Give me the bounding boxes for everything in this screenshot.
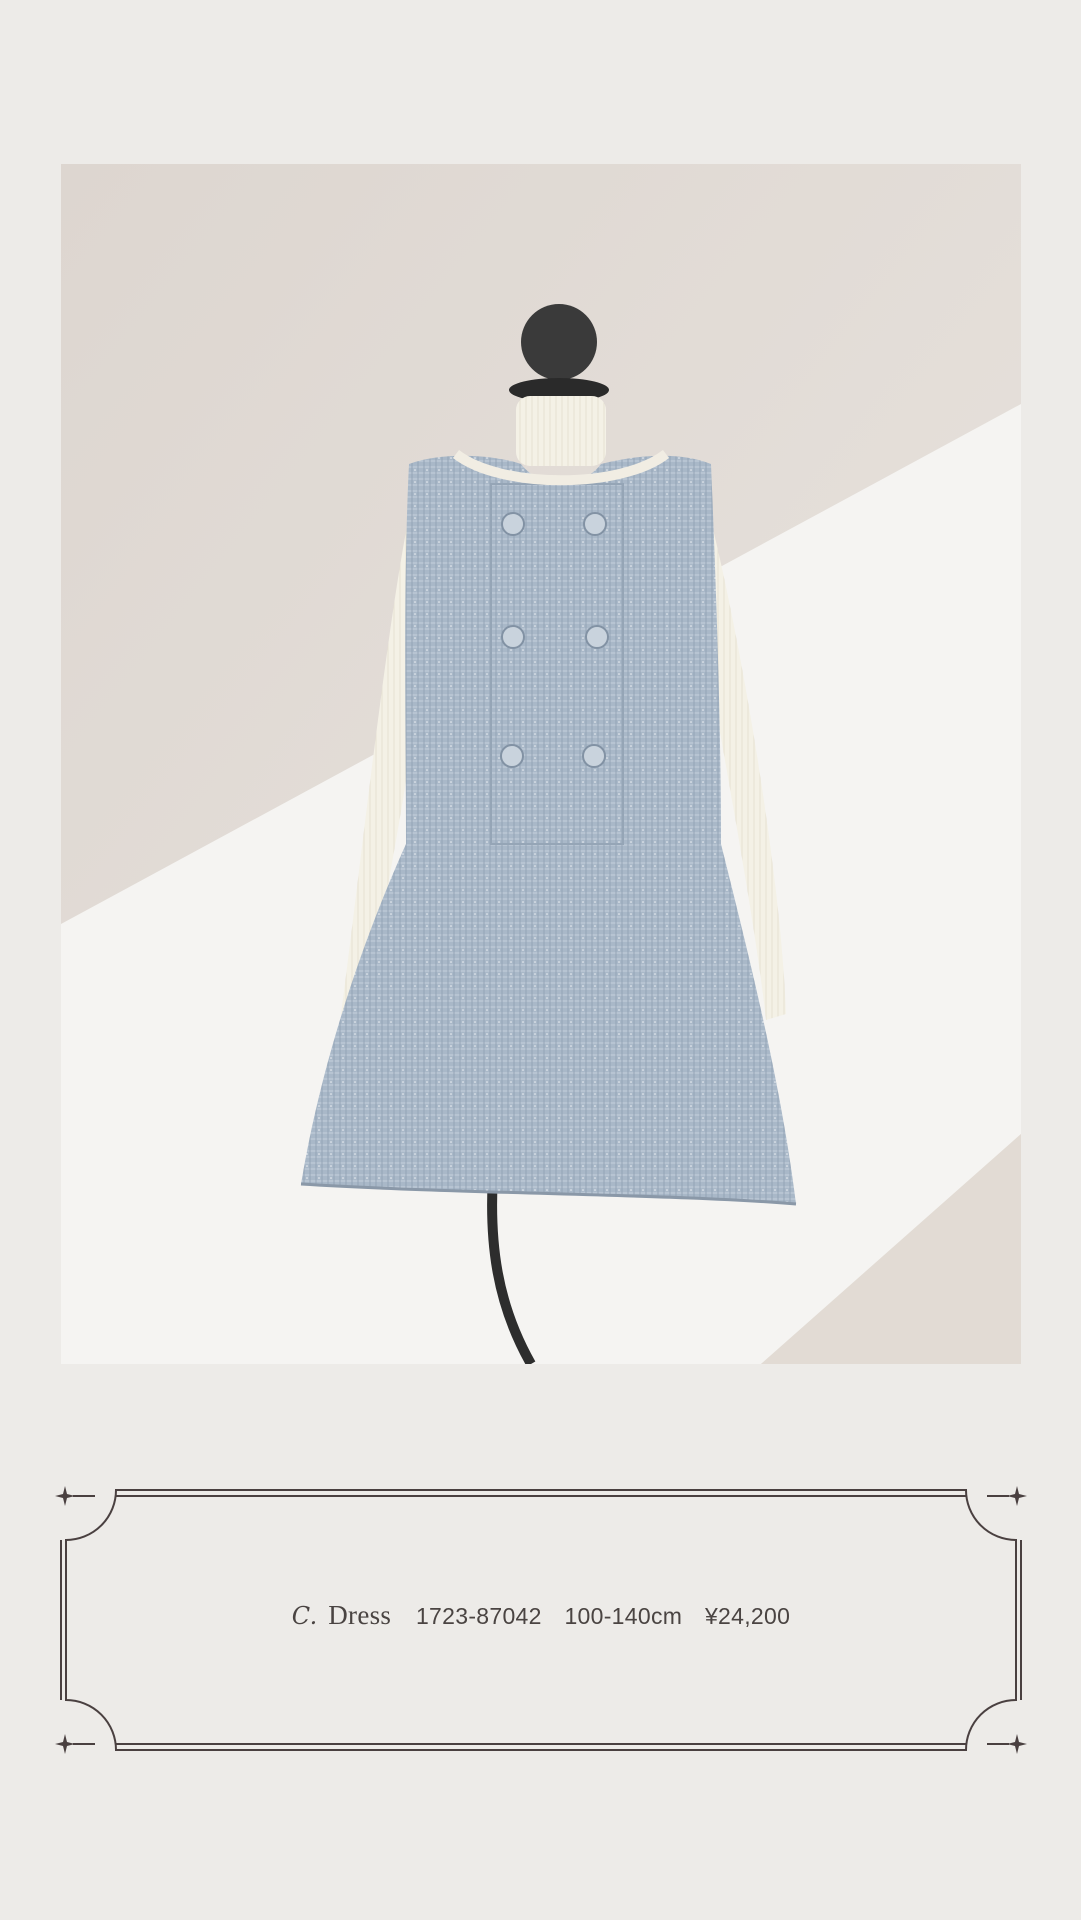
caption-frame: C. Dress 1723-87042 100-140cm ¥24,200 [55,1480,1027,1760]
product-photo [61,164,1021,1364]
product-code: 1723-87042 [415,1603,542,1629]
product-name: Dress [328,1600,392,1630]
product-caption: C. Dress 1723-87042 100-140cm ¥24,200 [55,1600,1027,1631]
product-price: ¥24,200 [704,1603,791,1629]
sparkle-icon [1007,1486,1027,1506]
dress-illustration [61,164,1021,1364]
sparkle-icon [1007,1734,1027,1754]
sparkle-icon [55,1486,75,1506]
sparkle-icon [55,1734,75,1754]
product-size: 100-140cm [564,1603,683,1629]
item-letter: C. [291,1602,318,1630]
